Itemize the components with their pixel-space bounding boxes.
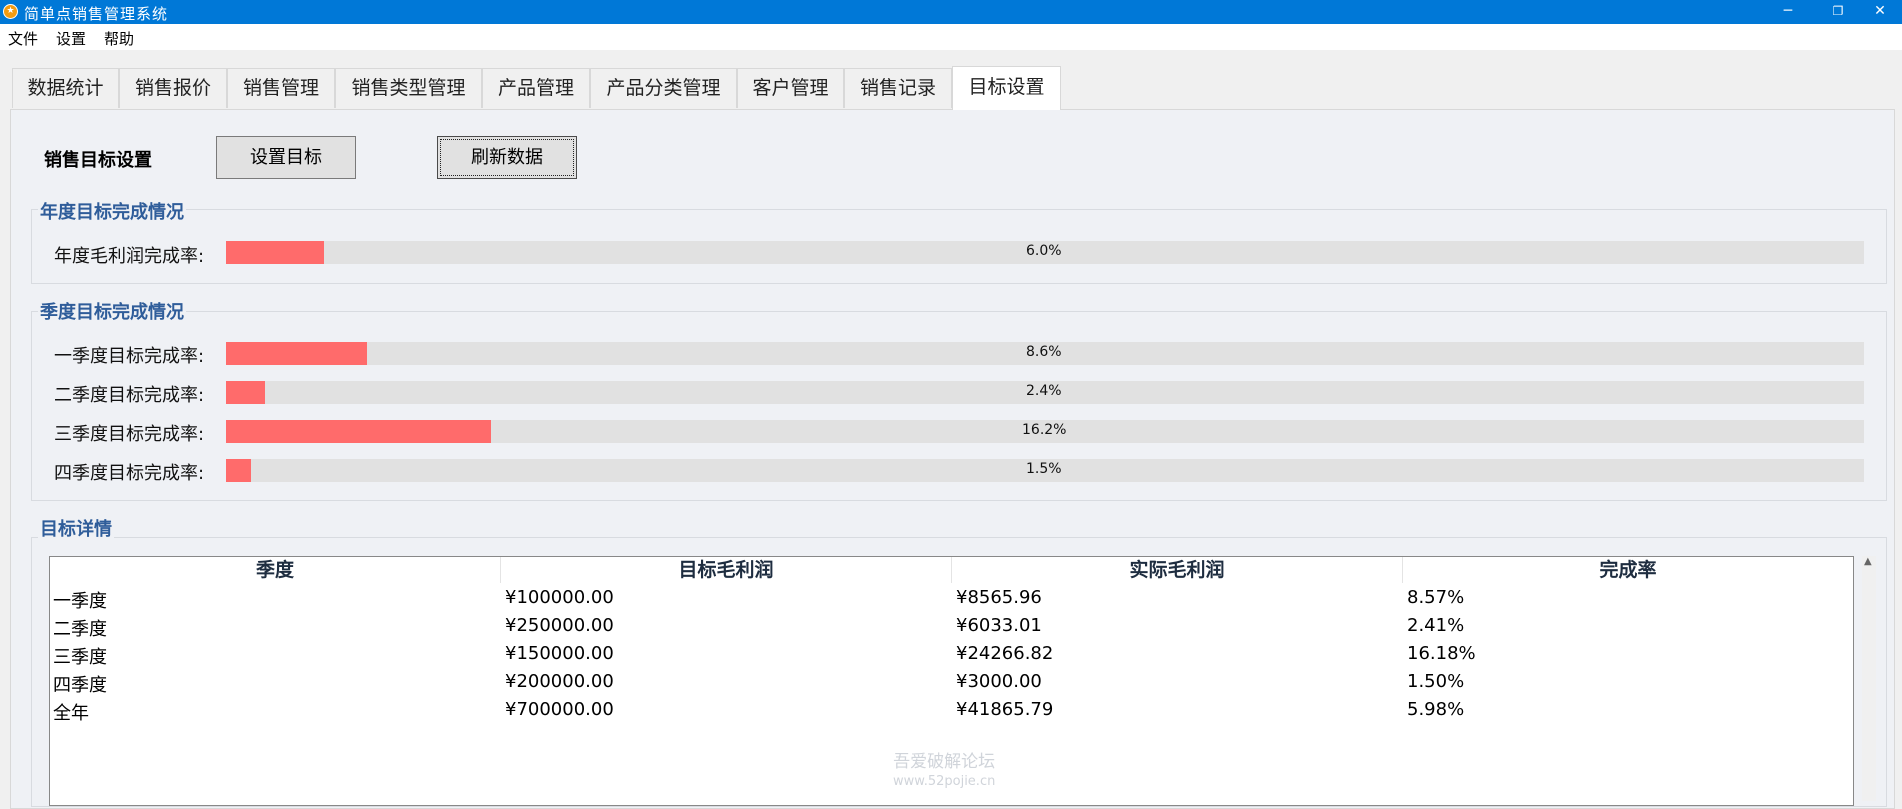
tab-product-management[interactable]: 产品管理 [482,68,590,108]
table-cell: ¥250000.00 [505,615,614,636]
watermark-line1: 吾爱破解论坛 [893,752,996,772]
tab-sales-quote[interactable]: 销售报价 [119,68,227,108]
minimize-button[interactable]: ─ [1766,0,1810,24]
set-target-button[interactable]: 设置目标 [216,136,356,179]
q4-progress-fill [226,459,251,482]
table-cell: 二季度 [53,619,107,640]
annual-progress-label: 年度毛利润完成率: [54,246,205,267]
q2-progress-bar: 2.4% [226,381,1864,404]
q1-progress-fill [226,342,367,365]
table-cell: 全年 [53,703,89,724]
tab-sales-type-management[interactable]: 销售类型管理 [335,68,482,108]
column-header-actual-profit[interactable]: 实际毛利润 [952,557,1403,583]
table-cell: ¥100000.00 [505,587,614,608]
table-cell: 三季度 [53,647,107,668]
table-cell: ¥24266.82 [956,643,1054,664]
menu-settings[interactable]: 设置 [56,28,86,49]
restore-button[interactable]: ❐ [1816,0,1860,24]
table-cell: 四季度 [53,675,107,696]
q3-progress-bar: 16.2% [226,420,1864,443]
table-cell: 一季度 [53,591,107,612]
tab-customer-management[interactable]: 客户管理 [737,68,844,108]
q1-progress-label: 一季度目标完成率: [54,346,205,367]
close-button[interactable]: ✕ [1858,0,1902,24]
tab-sales-management[interactable]: 销售管理 [227,68,335,108]
watermark: 吾爱破解论坛 www.52pojie.cn [893,752,995,792]
q4-progress-label: 四季度目标完成率: [54,463,205,484]
quarterly-group-title: 季度目标完成情况 [38,298,186,324]
table-cell: ¥6033.01 [956,615,1042,636]
tab-target-settings[interactable]: 目标设置 [952,66,1061,110]
q3-progress-text: 16.2% [1022,422,1067,438]
menu-help[interactable]: 帮助 [104,28,134,49]
q3-progress-fill [226,420,492,443]
tab-strip: 数据统计 销售报价 销售管理 销售类型管理 产品管理 产品分类管理 客户管理 销… [0,50,1902,110]
title-bar: ★ 简单点销售管理系统 ─ ❐ ✕ [0,0,1902,24]
q4-progress-text: 1.5% [1026,461,1062,477]
tab-product-category-management[interactable]: 产品分类管理 [590,68,737,108]
table-cell: ¥200000.00 [505,671,614,692]
table-scrollbar[interactable]: ▲ [1862,556,1876,801]
table-cell: 16.18% [1407,643,1476,664]
watermark-line2: www.52pojie.cn [893,774,996,789]
q1-progress-text: 8.6% [1026,344,1062,360]
q3-progress-label: 三季度目标完成率: [54,424,205,445]
q2-progress-text: 2.4% [1026,383,1062,399]
tab-sales-records[interactable]: 销售记录 [844,68,952,108]
q2-progress-fill [226,381,266,404]
tab-data-statistics[interactable]: 数据统计 [12,68,119,108]
menu-bar: 文件 设置 帮助 [0,24,1902,50]
q1-progress-bar: 8.6% [226,342,1864,365]
details-group-title: 目标详情 [38,515,114,541]
table-cell: 2.41% [1407,615,1465,636]
annual-group-title: 年度目标完成情况 [38,198,186,224]
column-header-quarter[interactable]: 季度 [50,557,501,583]
annual-progress-text: 6.0% [1026,243,1062,259]
window-title: 简单点销售管理系统 [24,5,169,23]
refresh-data-button[interactable]: 刷新数据 [437,136,577,179]
q4-progress-bar: 1.5% [226,459,1864,482]
table-cell: ¥41865.79 [956,699,1054,720]
q2-progress-label: 二季度目标完成率: [54,385,205,406]
column-header-target-profit[interactable]: 目标毛利润 [501,557,952,583]
annual-progress-fill [226,241,325,264]
app-logo-icon: ★ [3,4,18,19]
table-cell: 8.57% [1407,587,1465,608]
menu-file[interactable]: 文件 [8,28,38,49]
table-cell: ¥150000.00 [505,643,614,664]
annual-progress-bar: 6.0% [226,241,1864,264]
table-cell: 1.50% [1407,671,1465,692]
table-cell: ¥3000.00 [956,671,1042,692]
table-cell: ¥700000.00 [505,699,614,720]
scroll-up-arrow-icon[interactable]: ▲ [1864,556,1872,567]
table-cell: 5.98% [1407,699,1465,720]
column-header-completion-rate[interactable]: 完成率 [1403,557,1853,583]
table-cell: ¥8565.96 [956,587,1042,608]
sales-target-heading: 销售目标设置 [44,150,152,171]
